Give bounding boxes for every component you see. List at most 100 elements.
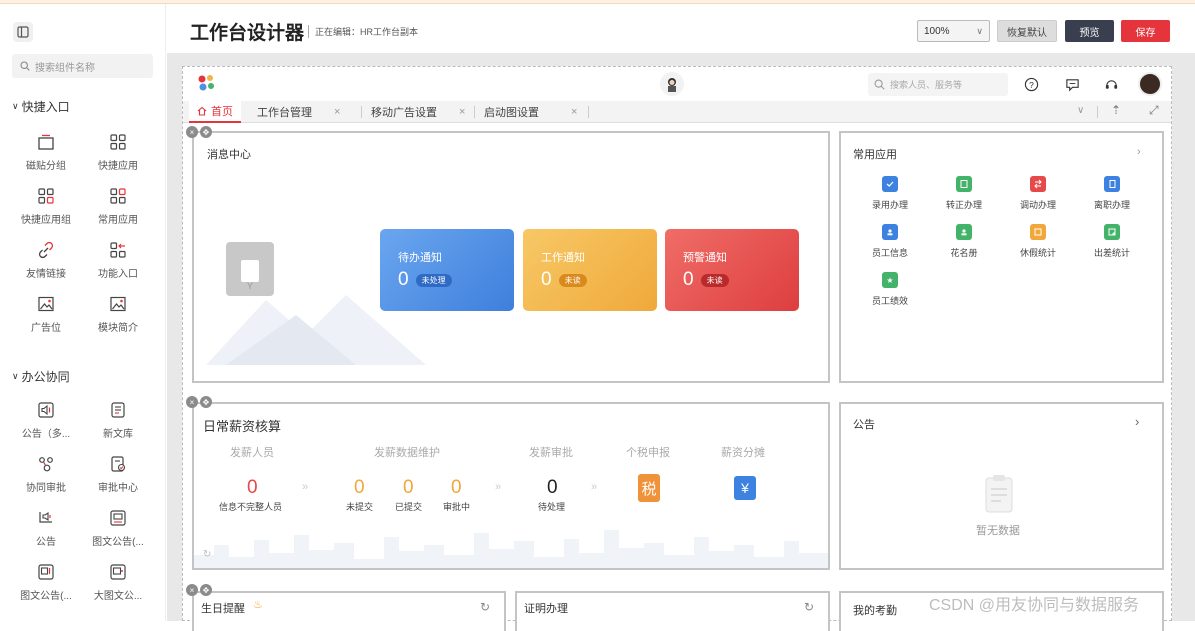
component-large-image-notice[interactable]: 大图文公... (82, 562, 154, 602)
component-new-library[interactable]: 新文库 (82, 400, 154, 440)
salary-allocation-icon[interactable]: ¥ (734, 476, 756, 500)
component-search-placeholder: 搜索组件名称 (35, 62, 95, 74)
portal-search-input[interactable]: 搜索人员、服务等 (868, 73, 1008, 96)
performance-star-icon: ★ (882, 272, 898, 288)
remove-icon[interactable]: × (186, 584, 198, 596)
component-quick-app-group[interactable]: 快捷应用组 (10, 186, 82, 226)
panel-toggle-button[interactable] (13, 22, 33, 42)
refresh-icon[interactable]: ↻ (804, 600, 814, 614)
card-title: 消息中心 (207, 149, 251, 161)
tile-count: 0 (398, 269, 409, 290)
component-image-notice-2[interactable]: 图文公告(... (10, 562, 82, 602)
component-ad-slot[interactable]: 广告位 (10, 294, 82, 334)
refresh-icon[interactable]: ↻ (480, 600, 490, 614)
drag-handle[interactable]: × ✥ (186, 126, 212, 138)
checkin-icon (882, 176, 898, 192)
component-friend-link[interactable]: 友情链接 (10, 240, 82, 280)
chevron-right-icon[interactable]: › (1137, 146, 1141, 158)
tile-title: 预警通知 (683, 252, 727, 264)
app-item[interactable]: 员工信息 (860, 224, 920, 259)
component-tile-group[interactable]: 磁贴分组 (10, 132, 82, 172)
tab-label: 移动广告设置 (371, 107, 437, 119)
app-label: 录用办理 (871, 200, 908, 210)
document-check-icon (956, 176, 972, 192)
center-avatar[interactable] (660, 72, 684, 96)
tab-label: 启动图设置 (484, 107, 539, 119)
payroll-count[interactable]: 0 (547, 477, 558, 499)
payroll-count[interactable]: 0 (403, 477, 414, 499)
component-collab-approval[interactable]: 协同审批 (10, 454, 82, 494)
component-label: 广告位 (31, 323, 61, 334)
component-approval-center[interactable]: 审批中心 (82, 454, 154, 494)
todo-notification-tile[interactable]: 待办通知 0 未处理 (380, 229, 514, 311)
headset-icon[interactable] (1103, 76, 1119, 92)
tile-count: 0 (683, 269, 694, 290)
component-common-app[interactable]: 常用应用 (82, 186, 154, 226)
tab-mobile-ad-settings[interactable]: 移动广告设置 × (371, 101, 465, 123)
message-icon[interactable] (1064, 76, 1080, 92)
save-button[interactable]: 保存 (1121, 20, 1170, 42)
drag-handle[interactable]: × ✥ (186, 396, 212, 408)
common-app-icon (108, 186, 128, 206)
payroll-count[interactable]: 0 (247, 477, 258, 499)
tab-workbench-manage[interactable]: 工作台管理 × (257, 101, 340, 123)
close-icon[interactable]: × (459, 106, 465, 118)
move-icon[interactable]: ✥ (200, 126, 212, 138)
payroll-count[interactable]: 0 (354, 477, 365, 499)
app-item[interactable]: 转正办理 (934, 176, 994, 211)
app-item[interactable]: ★ 员工绩效 (860, 272, 920, 307)
component-label: 审批中心 (98, 483, 138, 494)
transfer-icon (1030, 176, 1046, 192)
section-office-collab[interactable]: ∨ 办公协同 (12, 368, 70, 385)
close-icon[interactable]: × (334, 106, 340, 118)
section-label: 办公协同 (21, 370, 70, 384)
component-notice[interactable]: 公告 (10, 508, 82, 548)
close-icon[interactable]: × (571, 106, 577, 118)
app-item[interactable]: 出差统计 (1082, 224, 1142, 259)
component-function-entry[interactable]: 功能入口 (82, 240, 154, 280)
preview-button[interactable]: 预览 (1065, 20, 1114, 42)
remove-icon[interactable]: × (186, 396, 198, 408)
move-icon[interactable]: ✥ (200, 584, 212, 596)
tab-launch-image-settings[interactable]: 启动图设置 × (484, 101, 577, 123)
remove-icon[interactable]: × (186, 126, 198, 138)
warning-notification-tile[interactable]: 预警通知 0 未读 (665, 229, 799, 311)
app-item[interactable]: 离职办理 (1082, 176, 1142, 211)
expand-icon[interactable]: ⤢ (1149, 103, 1159, 118)
component-search-input[interactable]: 搜索组件名称 (12, 54, 153, 78)
upload-icon[interactable]: ⇡ (1111, 103, 1121, 117)
link-icon (36, 240, 56, 260)
component-module-intro[interactable]: 模块简介 (82, 294, 154, 334)
work-notification-tile[interactable]: 工作通知 0 未读 (523, 229, 657, 311)
zoom-select[interactable]: 100% ∨ (917, 20, 990, 42)
tile-count: 0 (541, 269, 552, 290)
component-image-notice[interactable]: 图文公告(... (82, 508, 154, 548)
status-badge: 未处理 (415, 273, 452, 287)
app-item[interactable]: 调动办理 (1008, 176, 1068, 211)
payroll-step-label: 发薪数据维护 (374, 447, 440, 459)
tab-home[interactable]: 首页 (189, 101, 241, 123)
tax-declare-icon[interactable]: 税 (638, 474, 660, 502)
component-notice-multi[interactable]: 公告（多... (10, 400, 82, 440)
payroll-count[interactable]: 0 (451, 477, 462, 499)
help-icon[interactable]: ? (1023, 76, 1039, 92)
section-quick-entry[interactable]: ∨ 快捷入口 (12, 98, 70, 115)
component-label: 公告 (36, 537, 56, 548)
app-item[interactable]: 休假统计 (1008, 224, 1068, 259)
chevron-down-icon: ∨ (12, 371, 19, 381)
svg-text:Y: Y (247, 281, 253, 291)
move-icon[interactable]: ✥ (200, 396, 212, 408)
chevron-down-icon: ∨ (976, 25, 983, 36)
user-avatar[interactable] (1138, 72, 1162, 96)
watermark: CSDN @用友协同与数据服务 (929, 597, 1140, 614)
reset-default-button[interactable]: 恢复默认 (997, 20, 1057, 42)
app-item[interactable]: 录用办理 (860, 176, 920, 211)
refresh-icon[interactable]: ↻ (203, 549, 211, 560)
tile-title: 待办通知 (398, 252, 442, 264)
chevron-right-icon[interactable]: › (1135, 414, 1139, 429)
component-quick-app[interactable]: 快捷应用 (82, 132, 154, 172)
drag-handle[interactable]: × ✥ (186, 584, 212, 596)
tab-divider (1097, 106, 1098, 118)
app-item[interactable]: 花名册 (934, 224, 994, 259)
chevron-down-icon[interactable]: ∨ (1077, 105, 1084, 116)
